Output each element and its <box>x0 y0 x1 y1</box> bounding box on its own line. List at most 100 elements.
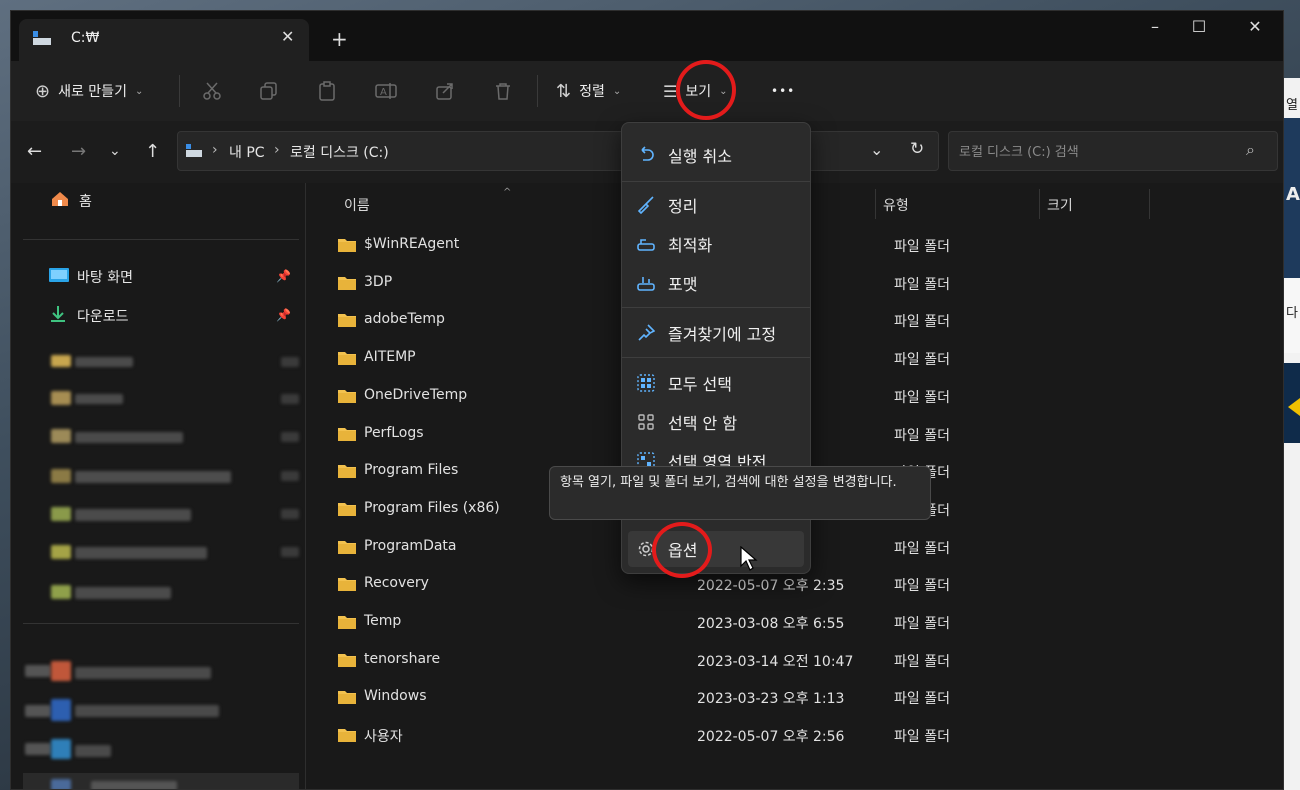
table-row[interactable]: Windows 2023-03-23 오후 1:13 파일 폴더 <box>326 679 1276 715</box>
file-name: OneDriveTemp <box>364 386 468 403</box>
sidebar-item-desktop[interactable]: 바탕 화면 📌 <box>23 259 299 295</box>
menu-item-undo[interactable]: 실행 취소 <box>628 137 804 173</box>
delete-button[interactable] <box>493 61 513 121</box>
navigation-pane: 홈 바탕 화면 📌 다운로드 📌 <box>11 183 306 789</box>
column-header-name[interactable]: 이름 <box>344 195 370 215</box>
close-tab-icon[interactable]: ✕ <box>281 27 294 46</box>
address-dropdown-chevron-icon[interactable]: ⌄ <box>870 140 883 159</box>
more-icon: ••• <box>771 84 796 98</box>
rename-icon: A <box>375 83 397 99</box>
file-date: 2022-05-07 오후 2:56 <box>697 729 845 746</box>
file-type: 파일 폴더 <box>894 427 950 444</box>
more-options-button[interactable]: ••• <box>771 61 795 121</box>
cut-button[interactable] <box>202 61 222 121</box>
file-type: 파일 폴더 <box>894 352 950 369</box>
rename-button[interactable]: A <box>375 61 397 121</box>
menu-item-label: 포맷 <box>668 275 698 294</box>
refresh-icon[interactable]: ↻ <box>910 139 924 159</box>
share-icon <box>436 83 453 100</box>
blurred-folder-icon <box>51 585 71 599</box>
column-divider[interactable] <box>1039 189 1040 219</box>
blurred-drive-icon <box>51 661 71 681</box>
menu-item-select-none[interactable]: 선택 안 함 <box>628 404 804 440</box>
folder-icon <box>338 239 356 252</box>
breadcrumb-this-pc[interactable]: 내 PC <box>229 142 265 162</box>
pin-icon[interactable]: 📌 <box>276 308 291 322</box>
blurred-folder-icon <box>51 507 71 521</box>
bg-text: A <box>1286 184 1300 205</box>
blurred-expander <box>25 705 51 717</box>
sidebar-item-label: 다운로드 <box>77 309 129 325</box>
column-header-size[interactable]: 크기 <box>1047 195 1073 215</box>
menu-item-format[interactable]: 포맷 <box>628 265 804 301</box>
minimize-button[interactable]: – <box>1135 17 1175 36</box>
table-row[interactable]: 사용자 2022-05-07 오후 2:56 파일 폴더 <box>326 717 1276 753</box>
file-name: tenorshare <box>364 650 441 667</box>
address-bar[interactable]: › 내 PC › 로컬 디스크 (C:) ⌄ ↻ <box>177 131 939 171</box>
sidebar-item-downloads[interactable]: 다운로드 📌 <box>23 298 299 334</box>
sidebar-item-home[interactable]: 홈 <box>23 183 299 219</box>
paste-button[interactable] <box>317 61 337 121</box>
menu-item-pin-to-favorites[interactable]: 즐겨찾기에 고정 <box>628 315 804 351</box>
maximize-button[interactable]: ☐ <box>1179 17 1219 36</box>
blurred-pin <box>281 547 299 557</box>
table-row[interactable]: Temp 2023-03-08 오후 6:55 파일 폴더 <box>326 604 1276 640</box>
format-drive-icon <box>636 274 656 292</box>
plus-circle-icon: ⊕ <box>35 80 51 102</box>
menu-item-cleanup[interactable]: 정리 <box>628 187 804 223</box>
blurred-label <box>75 705 219 717</box>
share-button[interactable] <box>435 61 455 121</box>
search-icon[interactable]: ⌕ <box>1246 140 1255 160</box>
recent-locations-chevron-icon[interactable]: ⌄ <box>109 143 121 159</box>
undo-icon <box>636 146 656 164</box>
blurred-pin <box>281 394 299 404</box>
blurred-folder-icon <box>51 429 71 443</box>
up-arrow-icon[interactable]: ↑ <box>145 141 160 162</box>
column-header-type[interactable]: 유형 <box>883 195 909 215</box>
new-button[interactable]: ⊕ 새로 만들기 ⌄ <box>35 61 143 121</box>
column-divider[interactable] <box>875 189 876 219</box>
folder-icon <box>338 578 356 592</box>
menu-item-select-all[interactable]: 모두 선택 <box>628 365 804 401</box>
paste-icon <box>319 81 335 101</box>
new-tab-button[interactable]: + <box>331 27 348 51</box>
folder-icon <box>338 427 356 441</box>
blurred-pin <box>281 357 299 367</box>
bg-text: 열 <box>1286 98 1298 113</box>
bg-text: 다 <box>1286 306 1298 321</box>
sort-button-label: 정렬 <box>579 84 605 100</box>
search-input[interactable] <box>957 141 1241 163</box>
blurred-pin <box>281 509 299 519</box>
search-box[interactable]: ⌕ <box>948 131 1278 171</box>
tab-c-drive[interactable]: C:₩ ✕ <box>19 19 309 61</box>
blurred-folder-icon <box>51 469 71 483</box>
forward-arrow-icon[interactable]: → <box>71 141 86 162</box>
file-type: 파일 폴더 <box>894 540 950 557</box>
back-arrow-icon[interactable]: ← <box>27 141 42 162</box>
column-divider[interactable] <box>1149 189 1150 219</box>
file-type: 파일 폴더 <box>894 616 950 632</box>
menu-item-optimize[interactable]: 최적화 <box>628 226 804 262</box>
table-row[interactable]: tenorshare 2023-03-14 오전 10:47 파일 폴더 <box>326 642 1276 678</box>
menu-item-options[interactable]: 옵션 <box>628 531 804 567</box>
title-bar: C:₩ ✕ + – ☐ ✕ <box>11 11 1283 61</box>
select-none-icon <box>636 413 656 431</box>
file-type: 파일 폴더 <box>894 389 950 406</box>
close-window-button[interactable]: ✕ <box>1235 17 1275 36</box>
sort-button[interactable]: ⇅ 정렬 ⌄ <box>556 61 621 121</box>
blurred-drive-icon <box>51 739 71 759</box>
download-icon <box>49 305 71 327</box>
options-tooltip: 항목 열기, 파일 및 폴더 보기, 검색에 대한 설정을 변경합니다. <box>549 466 931 520</box>
breadcrumb-local-disk[interactable]: 로컬 디스크 (C:) <box>290 142 389 162</box>
folder-icon <box>338 465 356 479</box>
copy-icon <box>260 82 277 100</box>
view-button[interactable]: ☰ 보기 ⌄ <box>663 61 728 121</box>
copy-button[interactable] <box>259 61 279 121</box>
command-bar: ⊕ 새로 만들기 ⌄ A ⇅ 정렬 ⌄ ☰ 보기 ⌄ ••• <box>11 61 1283 121</box>
view-button-label: 보기 <box>685 84 712 100</box>
toolbar-divider <box>537 75 538 107</box>
file-type: 파일 폴더 <box>894 729 950 746</box>
pin-icon[interactable]: 📌 <box>276 269 291 283</box>
blurred-label <box>91 781 177 789</box>
blurred-label <box>75 432 183 443</box>
